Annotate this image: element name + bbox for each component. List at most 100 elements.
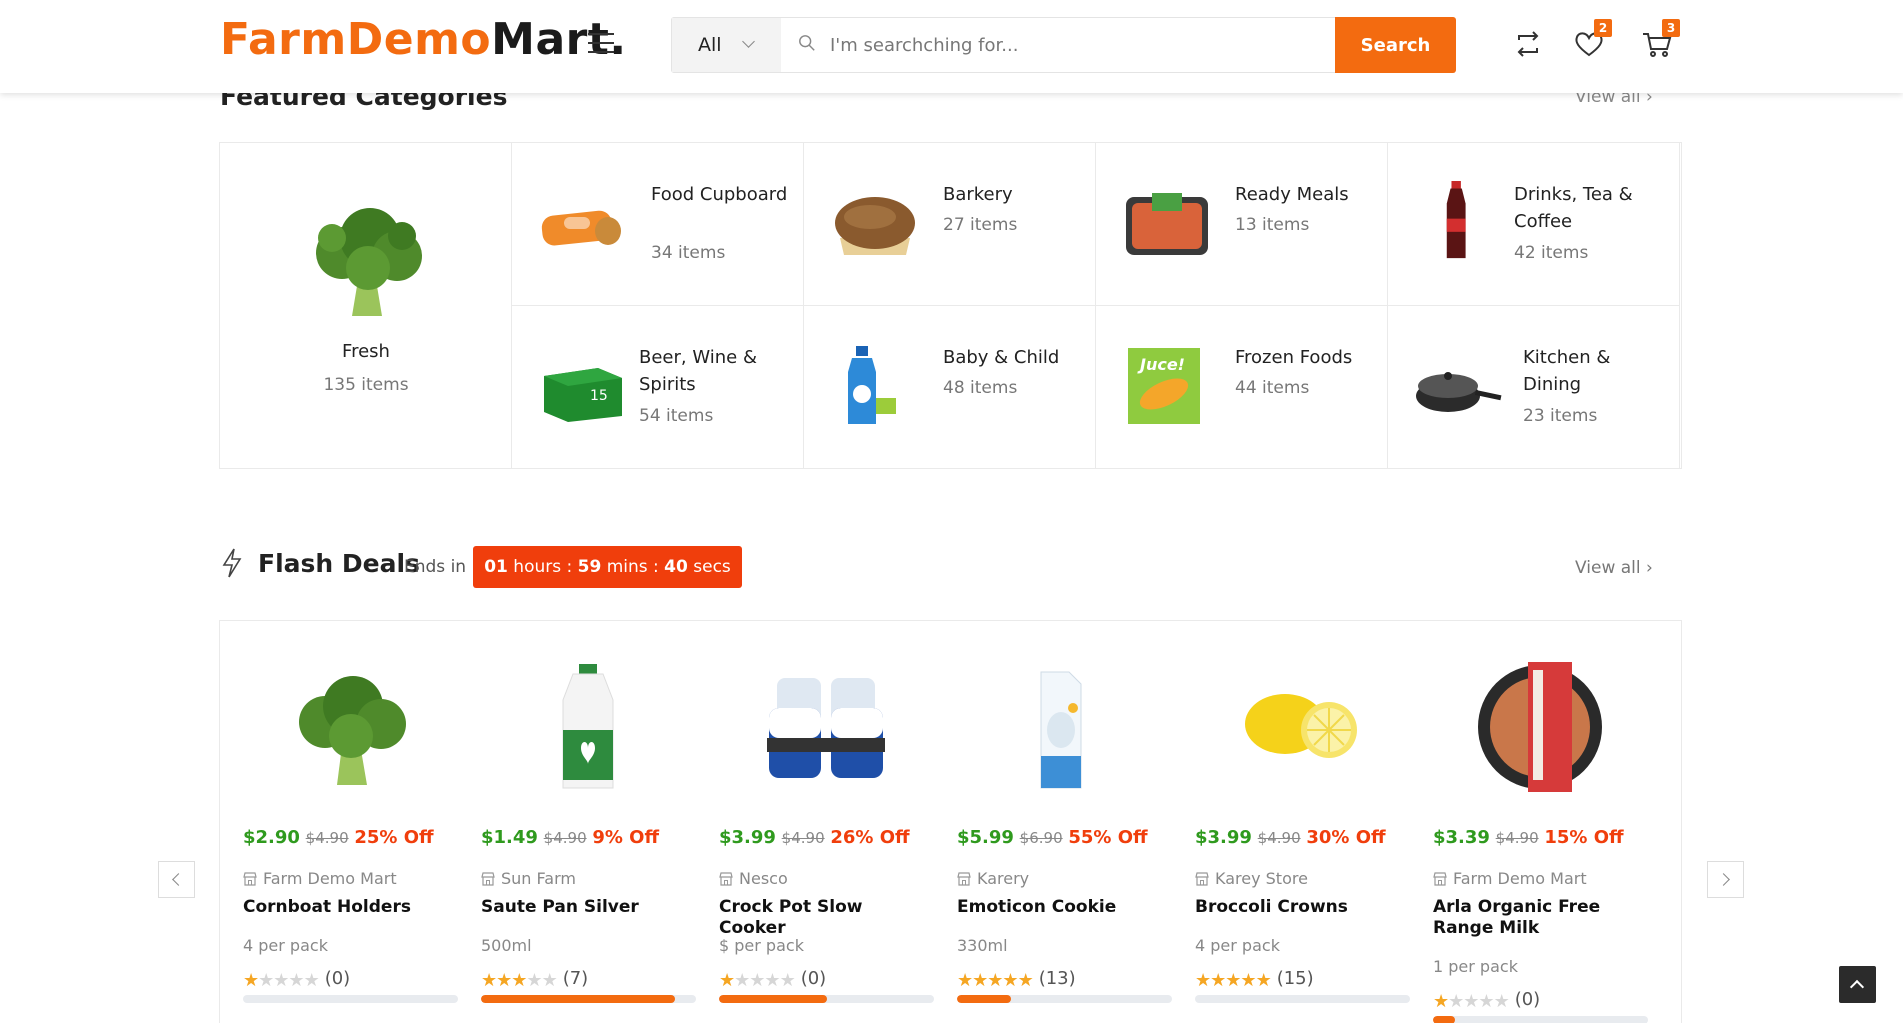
product-card[interactable]: $3.99 $4.90 30% Off Karey Store Broccoli… (1195, 640, 1410, 1023)
sold-progress-bar (1433, 1016, 1648, 1023)
star-icon: ★ (1240, 970, 1256, 991)
product-price: $3.99 (1195, 827, 1252, 848)
star-icon: ★ (749, 970, 765, 991)
product-store[interactable]: Sun Farm (481, 869, 576, 888)
product-image[interactable] (283, 660, 418, 795)
store-name: Sun Farm (501, 869, 576, 888)
star-icon: ★ (1255, 970, 1272, 991)
category-name: Food Cupboard (651, 184, 788, 205)
view-all-label: View all (1575, 558, 1641, 578)
product-card[interactable]: $3.99 $4.90 26% Off Nesco Crock Pot Slow… (719, 640, 934, 1023)
product-name[interactable]: Cornboat Holders (243, 897, 458, 918)
star-icon: ★ (764, 970, 780, 991)
star-icon: ★ (1433, 991, 1449, 1012)
product-discount: 55% Off (1068, 827, 1148, 848)
wishlist-button[interactable]: 2 (1572, 19, 1612, 61)
product-name[interactable]: Broccoli Crowns (1195, 897, 1410, 918)
product-image[interactable] (997, 660, 1132, 795)
category-name: Baby & Child (943, 347, 1060, 368)
star-icon: ★ (1225, 970, 1241, 991)
product-store[interactable]: Karery (957, 869, 1029, 888)
category-ready-meals[interactable]: Ready Meals 13 items (1096, 143, 1388, 306)
store-name: Farm Demo Mart (1453, 869, 1587, 888)
compare-icon[interactable] (1511, 27, 1545, 61)
product-image[interactable] (759, 660, 894, 795)
product-image[interactable] (521, 660, 656, 795)
carousel-next-button[interactable] (1707, 861, 1744, 898)
star-icon: ★ (496, 970, 512, 991)
category-count: 27 items (943, 215, 1018, 235)
product-card[interactable]: $1.49 $4.90 9% Off Sun Farm Saute Pan Si… (481, 640, 696, 1023)
category-count: 42 items (1514, 243, 1589, 263)
product-store[interactable]: Karey Store (1195, 869, 1308, 888)
sold-progress-fill (481, 995, 675, 1003)
category-count: 23 items (1523, 406, 1598, 426)
cart-badge: 3 (1662, 19, 1680, 37)
product-discount: 15% Off (1544, 827, 1624, 848)
category-beer-wine[interactable]: 15 Beer, Wine & Spirits 54 items (512, 306, 804, 469)
store-icon (719, 872, 733, 886)
frozen-juice-image: Juce! (1128, 348, 1200, 424)
rating-stars: ★★★★★ (719, 970, 796, 991)
store-icon (1433, 872, 1447, 886)
logo-brand: FarmDemo (220, 14, 492, 65)
product-price: $3.99 (719, 827, 776, 848)
category-count: 34 items (651, 243, 726, 263)
product-card[interactable]: $3.39 $4.90 15% Off Farm Demo Mart Arla … (1433, 640, 1648, 1023)
cart-button[interactable]: 3 (1640, 19, 1680, 61)
product-store[interactable]: Nesco (719, 869, 788, 888)
star-icon: ★ (526, 970, 542, 991)
countdown-timer: 01 hours : 59 mins : 40 secs (473, 546, 742, 588)
carousel-prev-button[interactable] (158, 861, 195, 898)
scroll-to-top-button[interactable] (1839, 966, 1876, 1003)
review-count: (0) (800, 968, 827, 989)
category-food-cupboard[interactable]: Food Cupboard 34 items (512, 143, 804, 306)
product-name[interactable]: Emoticon Cookie (957, 897, 1172, 918)
star-icon: ★ (1448, 991, 1464, 1012)
wishlist-badge: 2 (1594, 19, 1612, 37)
star-icon: ★ (987, 970, 1003, 991)
rating-stars: ★★★★★ (957, 970, 1034, 991)
product-card[interactable]: $2.90 $4.90 25% Off Farm Demo Mart Cornb… (243, 640, 458, 1023)
star-icon: ★ (243, 970, 259, 991)
svg-text:15: 15 (590, 388, 608, 404)
product-price: $1.49 (481, 827, 538, 848)
product-card[interactable]: $5.99 $6.90 55% Off Karery Emoticon Cook… (957, 640, 1172, 1023)
product-discount: 25% Off (354, 827, 434, 848)
product-unit: 4 per pack (243, 936, 328, 955)
product-name[interactable]: Arla Organic Free Range Milk (1433, 897, 1648, 939)
search-category-select[interactable]: All (672, 18, 781, 72)
logo[interactable]: FarmDemoMart. (220, 14, 627, 65)
store-icon (481, 872, 495, 886)
category-baby-child[interactable]: Baby & Child 48 items (804, 306, 1096, 469)
price-row: $5.99 $6.90 55% Off (957, 827, 1148, 848)
product-image[interactable] (1235, 660, 1370, 795)
category-kitchen-dining[interactable]: Kitchen & Dining 23 items (1388, 306, 1680, 469)
category-barkery[interactable]: Barkery 27 items (804, 143, 1096, 306)
star-icon: ★ (541, 970, 558, 991)
category-drinks[interactable]: Drinks, Tea & Coffee 42 items (1388, 143, 1680, 306)
search-category-value: All (698, 34, 722, 56)
category-frozen-foods[interactable]: Juce! Frozen Foods 44 items (1096, 306, 1388, 469)
product-unit: 330ml (957, 936, 1008, 955)
product-name[interactable]: Saute Pan Silver (481, 897, 696, 918)
sold-progress-fill (719, 995, 827, 1003)
search-button[interactable]: Search (1335, 17, 1456, 73)
flash-view-all-link[interactable]: View all › (1575, 558, 1653, 578)
flash-deals-title: Flash Deals (258, 549, 420, 578)
ends-in-label: Ends in : (404, 557, 478, 577)
star-icon: ★ (1002, 970, 1018, 991)
search-input[interactable] (830, 18, 1270, 72)
cola-bottle-image (1446, 181, 1466, 259)
broccoli-image (316, 208, 422, 316)
rating-stars: ★★★★★ (1195, 970, 1272, 991)
star-icon: ★ (779, 970, 796, 991)
site-header: FarmDemoMart. All Search 2 3 (0, 0, 1903, 93)
product-store[interactable]: Farm Demo Mart (243, 869, 397, 888)
product-name[interactable]: Crock Pot Slow Cooker (719, 897, 934, 939)
menu-icon[interactable] (588, 33, 614, 53)
product-store[interactable]: Farm Demo Mart (1433, 869, 1587, 888)
star-icon: ★ (288, 970, 304, 991)
product-image[interactable] (1473, 660, 1608, 795)
category-fresh[interactable]: Fresh 135 items (220, 143, 512, 468)
